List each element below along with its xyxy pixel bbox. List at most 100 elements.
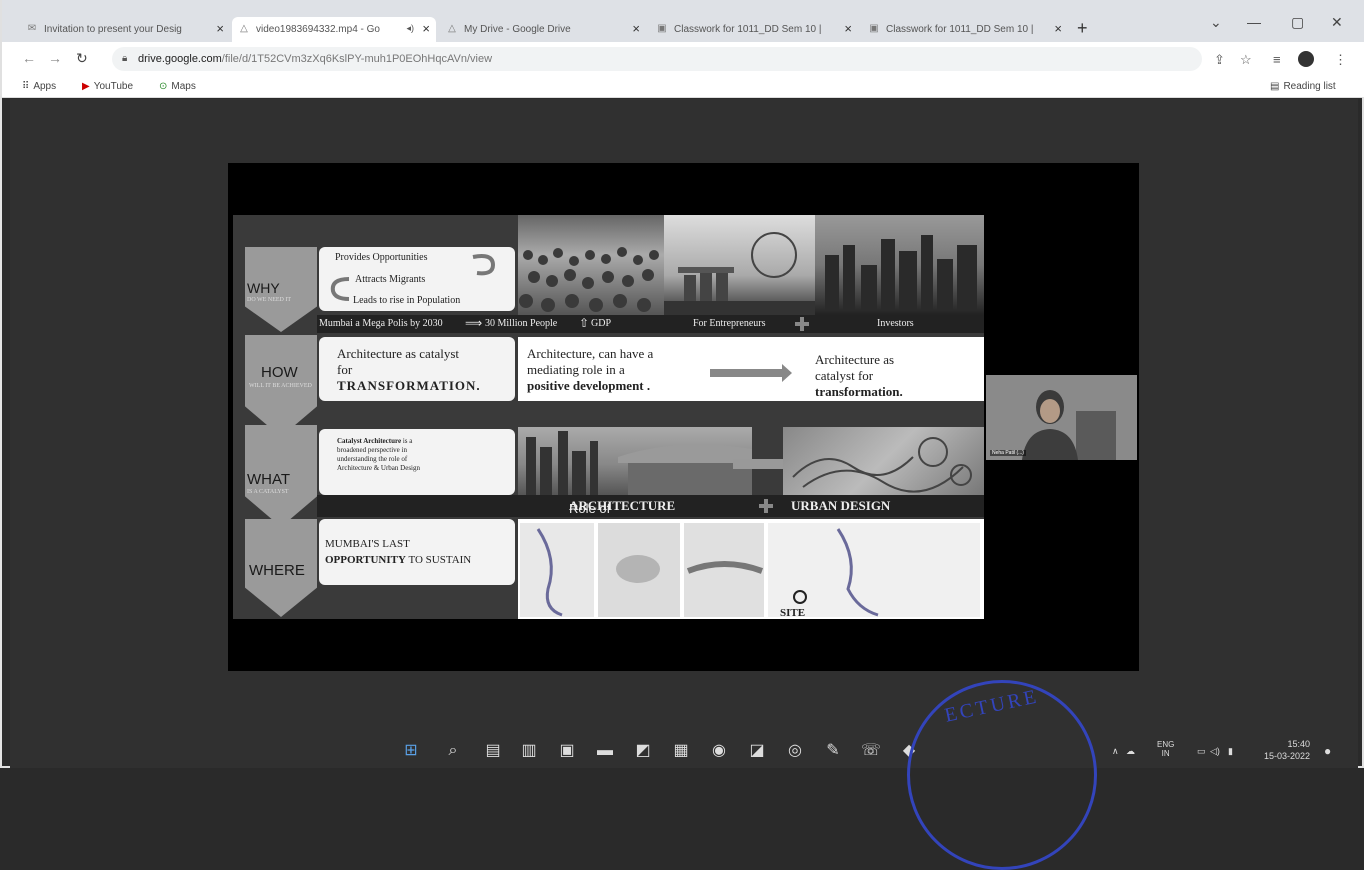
drive-icon: △ xyxy=(240,23,248,34)
city-towers-photo xyxy=(815,215,984,315)
lock-icon: 🔒︎ xyxy=(122,53,128,64)
tab-title: Invitation to present your Desig xyxy=(44,24,182,35)
arrow-right-icon: ⟹ xyxy=(465,316,483,330)
new-tab-button[interactable]: + xyxy=(1077,18,1088,39)
classroom-icon: ▣ xyxy=(869,23,879,34)
tab-video[interactable]: △ video1983694332.mp4 - Go ◂) × xyxy=(232,17,436,42)
why-sub: DO WE NEED IT xyxy=(247,297,292,303)
language-indicator[interactable]: ENG IN xyxy=(1157,740,1174,758)
bookmark-maps[interactable]: ⊙ Maps xyxy=(159,81,196,92)
chrome-icon[interactable]: ◎ xyxy=(784,740,806,762)
bookmark-apps[interactable]: ⠿ Apps xyxy=(22,81,56,92)
windows-start-icon[interactable]: ⊞ xyxy=(400,740,422,762)
strip-text: Investors xyxy=(877,318,914,329)
how-right-line-2: catalyst for xyxy=(815,368,874,383)
reading-list-label: Reading list xyxy=(1283,81,1336,92)
clock-time: 15:40 xyxy=(1287,739,1311,749)
app-icon[interactable]: ✎ xyxy=(822,740,844,762)
tray-app-icon[interactable]: ☁ xyxy=(1126,746,1135,757)
reading-list-icon: ▤ xyxy=(1270,81,1280,92)
edge-icon[interactable]: ◩ xyxy=(632,740,654,762)
what-card-line-2: broadened perspective in xyxy=(337,446,407,454)
task-view-icon[interactable]: ▤ xyxy=(482,740,504,762)
skyline-photo xyxy=(664,215,815,315)
minimize-button[interactable]: — xyxy=(1247,14,1261,30)
profile-avatar[interactable] xyxy=(1298,51,1314,67)
urban-photo xyxy=(518,427,752,495)
how-mid-dot: . xyxy=(646,378,651,393)
curved-arrow-icon xyxy=(472,254,496,276)
search-icon[interactable]: ⌕ xyxy=(442,740,464,762)
close-window-button[interactable]: ✕ xyxy=(1331,14,1343,31)
clock[interactable]: 15:40 15-03-2022 xyxy=(1264,738,1310,762)
whatsapp-icon[interactable]: ☏ xyxy=(860,740,882,762)
tab-invitation[interactable]: ✉ Invitation to present your Desig × xyxy=(20,17,230,42)
taskbar: ⊞ ⌕ ▤ ▥ ▣ ▬ ◩ ▦ ◉ ◪ ◎ ✎ ☏ ◆ ∧ ☁ ENG IN ▭ … xyxy=(2,736,1364,768)
what-card-line-1: is a xyxy=(402,437,413,445)
strip-urban-design: URBAN DESIGN xyxy=(791,498,891,513)
star-icon[interactable]: ☆ xyxy=(1240,52,1252,68)
teams-chat-icon[interactable]: ▣ xyxy=(556,740,578,762)
bookmarks-bar: ⠿ Apps ▶ YouTube ⊙ Maps ▤ Reading list xyxy=(2,76,1364,98)
participant-video-tile[interactable]: Neha Patil (...) xyxy=(986,375,1137,460)
file-explorer-icon[interactable]: ▬ xyxy=(594,740,616,762)
plus-icon xyxy=(759,499,773,513)
store-icon[interactable]: ▦ xyxy=(670,740,692,762)
why-card: Provides Opportunities Attracts Migrants… xyxy=(319,247,515,311)
maps-icon: ⊙ xyxy=(159,81,168,92)
back-icon[interactable]: ← xyxy=(22,50,36,66)
arrow-right-icon xyxy=(733,454,795,472)
tab-title: My Drive - Google Drive xyxy=(464,24,571,35)
speaker-icon[interactable]: ◂) xyxy=(406,23,414,34)
tray-chevron-icon[interactable]: ∧ xyxy=(1112,746,1119,757)
maximize-button[interactable]: ▢ xyxy=(1291,14,1304,31)
what-card-line-4: Architecture & Urban Design xyxy=(337,464,420,472)
app-icon[interactable]: ◪ xyxy=(746,740,768,762)
close-icon[interactable]: × xyxy=(632,21,640,36)
forward-icon[interactable]: → xyxy=(48,50,62,66)
region-code: IN xyxy=(1161,749,1170,758)
why-strip: Mumbai a Mega Polis by 2030 ⟹ 30 Million… xyxy=(317,315,984,333)
share-icon[interactable]: ⇪ xyxy=(1214,52,1225,68)
close-icon[interactable]: × xyxy=(844,21,852,36)
tab-search-icon[interactable]: ⌄ xyxy=(1210,14,1222,31)
reading-list-button[interactable]: ▤ Reading list xyxy=(1270,81,1336,92)
volume-icon[interactable]: ◁) xyxy=(1210,746,1220,757)
address-bar[interactable]: 🔒︎ drive.google.com/file/d/1T52CVm3zXq6K… xyxy=(112,47,1202,71)
app-icon[interactable]: ◉ xyxy=(708,740,730,762)
tab-classwork-1[interactable]: ▣ Classwork for 1011_DD Sem 10 | × xyxy=(650,17,858,42)
apps-grid-icon: ⠿ xyxy=(22,81,30,92)
why-line-1: Provides Opportunities xyxy=(335,252,428,263)
language-code: ENG xyxy=(1157,740,1175,749)
where-maps-panel: SITE xyxy=(518,519,984,619)
what-sub: IS A CATALYST xyxy=(247,489,289,495)
reload-icon[interactable]: ↻ xyxy=(76,50,88,67)
how-sub: WILL IT BE ACHIEVED xyxy=(249,383,312,389)
tab-classwork-2[interactable]: ▣ Classwork for 1011_DD Sem 10 | × xyxy=(862,17,1068,42)
presentation-slide: WHY DO WE NEED IT Provides Opportunities… xyxy=(233,215,984,619)
tab-title: video1983694332.mp4 - Go xyxy=(256,24,380,35)
what-strip: Role of ARCHITECTURE URBAN DESIGN xyxy=(317,495,984,517)
tab-my-drive[interactable]: △ My Drive - Google Drive × xyxy=(440,17,646,42)
gmail-icon: ✉ xyxy=(27,23,37,34)
where-card-line-1: MUMBAI'S LAST xyxy=(325,538,410,550)
battery-icon[interactable]: ▮ xyxy=(1228,746,1233,757)
notification-icon[interactable]: ● xyxy=(1324,744,1331,758)
why-label: WHY xyxy=(247,280,280,296)
menu-icon[interactable]: ⋮ xyxy=(1334,52,1347,68)
participant-name: Neha Patil (...) xyxy=(990,450,1026,456)
site-label: SITE xyxy=(780,607,806,619)
bookmark-label: YouTube xyxy=(93,81,133,92)
youtube-icon: ▶ xyxy=(82,81,90,92)
where-label: WHERE xyxy=(249,562,305,579)
why-row: WHY DO WE NEED IT Provides Opportunities… xyxy=(233,215,984,335)
widgets-icon[interactable]: ▥ xyxy=(518,740,540,762)
network-icon[interactable]: ▭ xyxy=(1197,746,1206,757)
close-icon[interactable]: × xyxy=(1054,21,1062,36)
close-icon[interactable]: × xyxy=(216,21,224,36)
bookmark-youtube[interactable]: ▶ YouTube xyxy=(82,81,133,92)
plus-icon xyxy=(795,317,809,331)
close-icon[interactable]: × xyxy=(422,21,430,36)
media-control-icon[interactable]: ≡ xyxy=(1273,52,1281,67)
drive-icon: △ xyxy=(448,23,456,34)
